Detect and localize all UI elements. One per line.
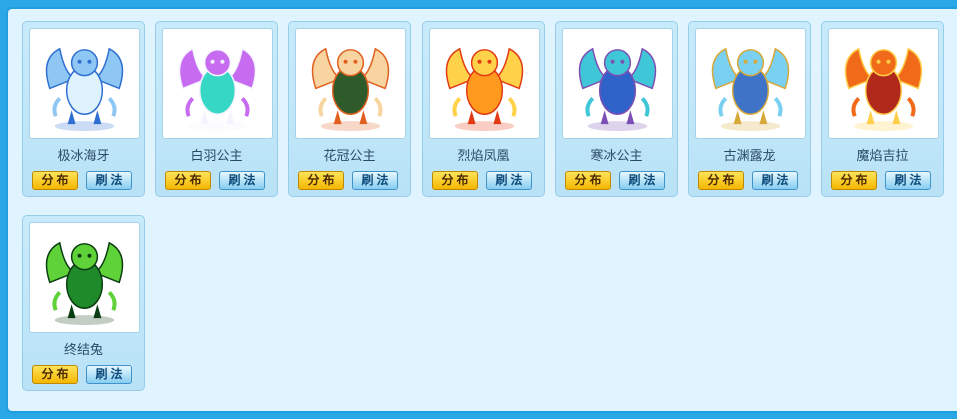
pet-name: 烈焰凤凰	[457, 149, 510, 164]
pet-card: 魔焰吉拉 分布 刷法	[821, 21, 944, 197]
flower-princess-icon[interactable]	[295, 28, 406, 139]
winged-princess-icon[interactable]	[162, 28, 273, 139]
pet-card: 花冠公主 分布 刷法	[288, 21, 411, 197]
distribution-button[interactable]: 分布	[298, 171, 344, 190]
pet-card: 白羽公主 分布 刷法	[155, 21, 278, 197]
pet-card: 极冰海牙 分布 刷法	[22, 21, 145, 197]
frost-princess-icon[interactable]	[562, 28, 673, 139]
pet-list-panel: 极冰海牙 分布 刷法 白羽公主 分布 刷法 花冠公主 分布 刷法 烈焰凤凰 分布…	[6, 7, 957, 413]
ice-beast-icon[interactable]	[29, 28, 140, 139]
pet-card: 烈焰凤凰 分布 刷法	[422, 21, 545, 197]
pet-name: 古渊露龙	[723, 149, 776, 164]
pet-name: 白羽公主	[190, 149, 243, 164]
flame-ogre-icon[interactable]	[828, 28, 939, 139]
pet-name: 寒冰公主	[590, 149, 643, 164]
brush-method-button[interactable]: 刷法	[486, 171, 532, 190]
green-mantis-icon[interactable]	[29, 222, 140, 333]
pet-card: 古渊露龙 分布 刷法	[688, 21, 811, 197]
pet-name: 花冠公主	[323, 149, 376, 164]
pet-card: 终结兔 分布 刷法	[22, 215, 145, 391]
distribution-button[interactable]: 分布	[32, 365, 78, 384]
pet-name: 终结兔	[63, 343, 103, 358]
abyss-dragon-icon[interactable]	[695, 28, 806, 139]
fire-phoenix-icon[interactable]	[429, 28, 540, 139]
brush-method-button[interactable]: 刷法	[619, 171, 665, 190]
pet-card: 寒冰公主 分布 刷法	[555, 21, 678, 197]
pet-name: 魔焰吉拉	[856, 149, 909, 164]
distribution-button[interactable]: 分布	[698, 171, 744, 190]
distribution-button[interactable]: 分布	[432, 171, 478, 190]
brush-method-button[interactable]: 刷法	[752, 171, 798, 190]
distribution-button[interactable]: 分布	[565, 171, 611, 190]
distribution-button[interactable]: 分布	[32, 171, 78, 190]
distribution-button[interactable]: 分布	[165, 171, 211, 190]
brush-method-button[interactable]: 刷法	[219, 171, 265, 190]
distribution-button[interactable]: 分布	[831, 171, 877, 190]
brush-method-button[interactable]: 刷法	[86, 365, 132, 384]
brush-method-button[interactable]: 刷法	[352, 171, 398, 190]
brush-method-button[interactable]: 刷法	[885, 171, 931, 190]
brush-method-button[interactable]: 刷法	[86, 171, 132, 190]
pet-name: 极冰海牙	[57, 149, 110, 164]
